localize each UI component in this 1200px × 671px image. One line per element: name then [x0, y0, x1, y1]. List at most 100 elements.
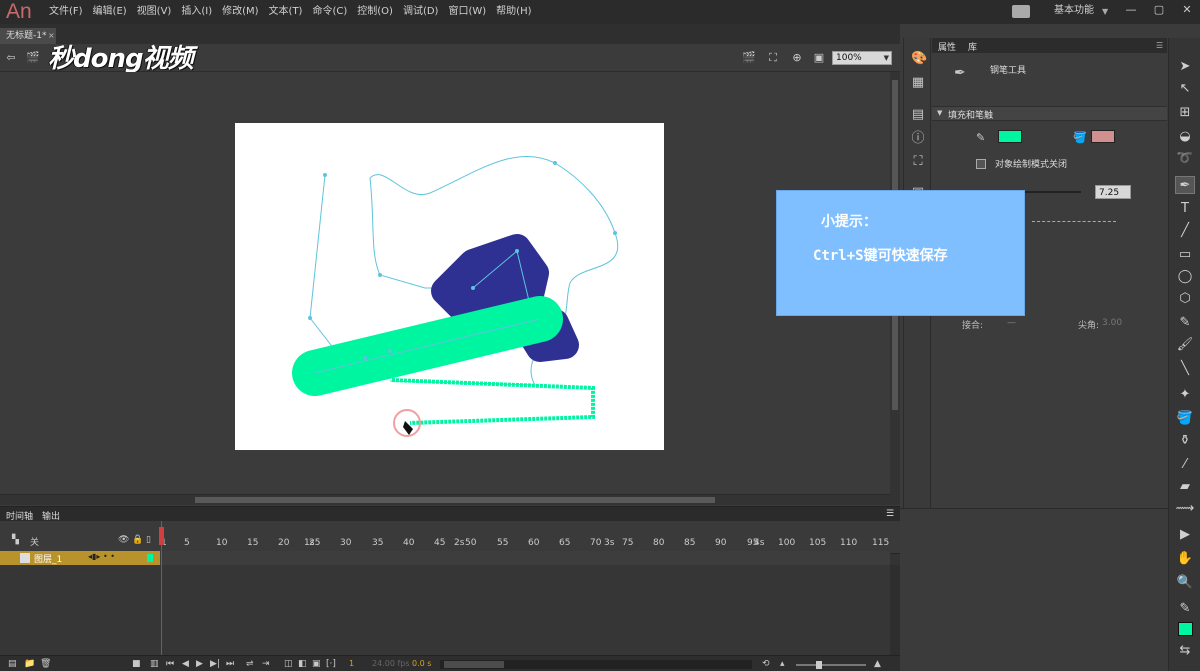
- slider-knob[interactable]: [816, 661, 822, 669]
- swap-colors-icon[interactable]: ⇆: [1175, 642, 1195, 660]
- free-transform-tool-icon[interactable]: ⊞: [1175, 104, 1195, 122]
- eye-icon[interactable]: 👁: [118, 535, 129, 545]
- playhead-handle[interactable]: [159, 527, 164, 545]
- stage-horizontal-scrollbar[interactable]: [0, 494, 890, 505]
- layer-outline-color[interactable]: [147, 554, 153, 562]
- camera-icon[interactable]: ■: [132, 659, 141, 669]
- lasso-tool-icon[interactable]: ➰: [1175, 150, 1195, 168]
- eraser-tool-icon[interactable]: ▰: [1175, 478, 1195, 496]
- hand-tool-icon[interactable]: ✋: [1175, 550, 1195, 568]
- stroke-style-select[interactable]: [1032, 210, 1116, 222]
- menu-commands[interactable]: 命令(C): [312, 0, 354, 24]
- next-frame-icon[interactable]: ▶|: [210, 659, 220, 669]
- menu-modify[interactable]: 修改(M): [222, 0, 265, 24]
- menu-edit[interactable]: 编辑(E): [93, 0, 134, 24]
- timeline-zoom-slider[interactable]: [796, 661, 866, 669]
- miter-input[interactable]: 3.00: [1102, 318, 1122, 328]
- fill-color-tool[interactable]: [1178, 622, 1193, 636]
- menu-debug[interactable]: 调试(D): [403, 0, 446, 24]
- last-frame-icon[interactable]: ⏭: [226, 659, 234, 669]
- polystar-tool-icon[interactable]: ⬡: [1175, 290, 1195, 308]
- back-arrow-icon[interactable]: ⇦: [4, 51, 18, 64]
- stage-drawing[interactable]: [235, 123, 664, 450]
- timeline-horizontal-scrollbar[interactable]: [440, 660, 752, 669]
- stroke-color-tool-icon[interactable]: ✎: [1175, 600, 1195, 618]
- center-frame-icon[interactable]: ⇥: [262, 659, 270, 669]
- text-tool-icon[interactable]: T: [1175, 200, 1195, 218]
- bone-tool-icon[interactable]: ✦: [1175, 386, 1195, 404]
- minimize-button[interactable]: —: [1118, 0, 1144, 22]
- loop-icon[interactable]: ⇌: [246, 659, 254, 669]
- zoom-tool-icon[interactable]: 🔍: [1175, 574, 1195, 592]
- large-frames-icon[interactable]: ▲: [874, 659, 881, 669]
- fit-frames-icon[interactable]: ⟲: [762, 659, 770, 669]
- prev-frame-icon[interactable]: ◀: [182, 659, 189, 669]
- selection-tool-icon[interactable]: ➤: [1175, 58, 1195, 76]
- panel-menu-icon[interactable]: ☰: [886, 509, 894, 519]
- zoom-select[interactable]: 100% ▼: [832, 51, 892, 65]
- eyedropper-tool-icon[interactable]: ⁄: [1175, 456, 1195, 474]
- maximize-button[interactable]: ▢: [1146, 0, 1172, 22]
- new-layer-icon[interactable]: ▤: [8, 659, 17, 669]
- paint-brush-tool-icon[interactable]: 🖌: [1175, 336, 1195, 354]
- stroke-color-swatch[interactable]: [998, 130, 1022, 143]
- outline-icon[interactable]: ▯: [146, 535, 151, 545]
- active-pen-path[interactable]: [391, 378, 595, 425]
- ink-bottle-tool-icon[interactable]: ⚱: [1175, 432, 1195, 450]
- info-icon[interactable]: ⓘ: [911, 132, 925, 146]
- brush-tool-icon[interactable]: ╲: [1175, 360, 1195, 378]
- panel-menu-icon[interactable]: ☰: [1156, 41, 1163, 50]
- menu-window[interactable]: 窗口(W): [448, 0, 493, 24]
- subselection-tool-icon[interactable]: ↖: [1175, 80, 1195, 98]
- camera-tool-icon[interactable]: ▶: [1175, 526, 1195, 544]
- menu-text[interactable]: 文本(T): [269, 0, 310, 24]
- workspace-switcher[interactable]: 基本功能: [1054, 0, 1094, 22]
- layer-row[interactable]: 图层_1 ◂▮▸ • •: [0, 551, 160, 565]
- width-tool-icon[interactable]: ⟿: [1175, 500, 1195, 518]
- modify-markers-icon[interactable]: [·]: [326, 659, 336, 669]
- delete-icon[interactable]: 🗑: [40, 659, 51, 669]
- line-tool-icon[interactable]: ╱: [1175, 222, 1195, 240]
- edit-symbols-icon[interactable]: ⛶: [766, 51, 780, 64]
- scrollbar-thumb[interactable]: [444, 661, 504, 668]
- small-frames-icon[interactable]: ▴: [780, 659, 785, 669]
- tab-properties[interactable]: 属性: [938, 40, 956, 53]
- stage-canvas[interactable]: [235, 123, 664, 450]
- section-fill-stroke[interactable]: ▼ 填充和笔触: [932, 106, 1167, 121]
- menu-file[interactable]: 文件(F): [49, 0, 90, 24]
- close-button[interactable]: ✕: [1174, 0, 1200, 22]
- clip-stage-icon[interactable]: ▣: [812, 51, 826, 64]
- fill-color-swatch[interactable]: [1091, 130, 1115, 143]
- timeline-vertical-scrollbar[interactable]: [890, 565, 900, 655]
- layer-depth-icon[interactable]: ▥: [150, 659, 159, 669]
- play-icon[interactable]: ▶: [196, 659, 203, 669]
- object-drawing-icon[interactable]: [976, 159, 986, 169]
- stroke-width-input[interactable]: 7.25: [1095, 185, 1131, 199]
- 3d-rotation-tool-icon[interactable]: ◒: [1175, 128, 1195, 146]
- frame-track[interactable]: [160, 551, 890, 565]
- scene-icon[interactable]: 🎬: [26, 51, 40, 64]
- tab-library[interactable]: 库: [968, 40, 977, 53]
- paint-bucket-tool-icon[interactable]: 🪣: [1175, 410, 1195, 428]
- pen-tool-icon[interactable]: ✒: [1175, 176, 1195, 194]
- layer-visibility-controls[interactable]: ◂▮▸ • •: [88, 552, 115, 561]
- onion-skin-icon[interactable]: ◫: [284, 659, 293, 669]
- align-icon[interactable]: ▤: [911, 108, 925, 122]
- first-frame-icon[interactable]: ⏮: [166, 659, 174, 669]
- scrollbar-thumb[interactable]: [195, 497, 715, 503]
- new-folder-icon[interactable]: 📁: [24, 659, 35, 669]
- edit-multiple-icon[interactable]: ▣: [312, 659, 321, 669]
- menu-control[interactable]: 控制(O): [357, 0, 400, 24]
- playhead[interactable]: [159, 521, 164, 671]
- transform-icon[interactable]: ⛶: [911, 155, 925, 169]
- frame-rate[interactable]: 24.00 fps: [372, 659, 410, 668]
- join-select[interactable]: —: [1007, 318, 1016, 328]
- color-palette-icon[interactable]: 🎨: [911, 52, 927, 66]
- rectangle-tool-icon[interactable]: ▭: [1175, 246, 1195, 264]
- sync-settings-icon[interactable]: [1012, 5, 1030, 18]
- menu-view[interactable]: 视图(V): [137, 0, 179, 24]
- center-stage-icon[interactable]: ⊕: [790, 51, 804, 64]
- swatches-icon[interactable]: ▦: [911, 76, 925, 90]
- oval-tool-icon[interactable]: ◯: [1175, 268, 1195, 286]
- menu-help[interactable]: 帮助(H): [496, 0, 538, 24]
